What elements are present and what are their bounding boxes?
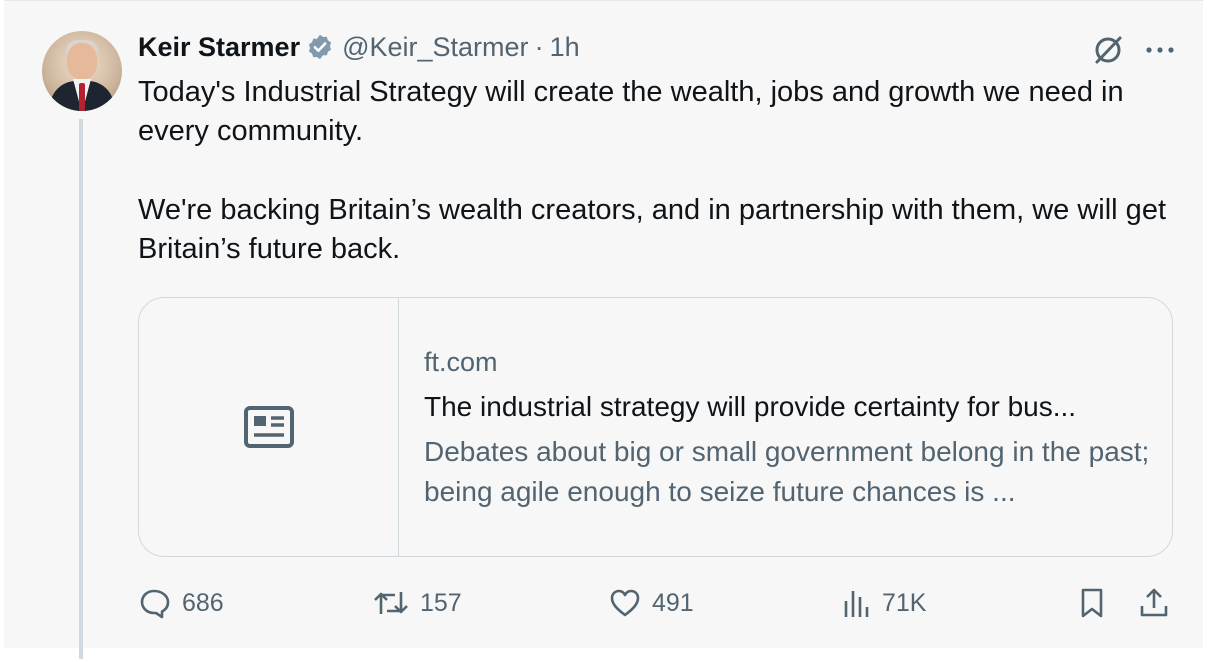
- tweet[interactable]: Keir Starmer @Keir_Starmer · 1h Today's …: [4, 0, 1203, 659]
- like-button[interactable]: 491: [608, 583, 694, 623]
- action-bar: 686 157 491 71K: [138, 583, 1173, 623]
- author-name[interactable]: Keir Starmer: [138, 32, 300, 63]
- share-button[interactable]: [1138, 583, 1170, 623]
- card-domain: ft.com: [424, 347, 498, 377]
- bookmark-button[interactable]: [1078, 583, 1106, 623]
- repost-button[interactable]: 157: [372, 583, 462, 623]
- more-icon[interactable]: [1145, 45, 1175, 55]
- like-icon: [608, 586, 642, 620]
- repost-count: 157: [420, 588, 462, 617]
- repost-icon: [372, 586, 410, 620]
- reply-button[interactable]: 686: [138, 583, 224, 623]
- card-description: Debates about big or small government be…: [424, 436, 1150, 507]
- link-card[interactable]: ft.com The industrial strategy will prov…: [138, 297, 1173, 557]
- share-icon: [1138, 586, 1170, 620]
- tweet-paragraph: We're backing Britain’s wealth creators,…: [138, 194, 1166, 265]
- card-thumbnail[interactable]: [139, 298, 399, 556]
- reply-count: 686: [182, 588, 224, 617]
- grok-icon[interactable]: [1091, 33, 1125, 67]
- tweet-header: Keir Starmer @Keir_Starmer · 1h: [138, 29, 580, 65]
- bookmark-icon: [1078, 586, 1106, 620]
- reply-icon: [138, 586, 172, 620]
- top-actions: [1091, 33, 1175, 67]
- avatar[interactable]: [42, 31, 122, 111]
- views-count: 71K: [882, 588, 927, 617]
- article-icon: [243, 405, 295, 449]
- tweet-text: Today's Industrial Strategy will create …: [138, 73, 1178, 269]
- card-text: ft.com The industrial strategy will prov…: [424, 344, 1154, 512]
- timestamp[interactable]: 1h: [550, 32, 580, 63]
- like-count: 491: [652, 588, 694, 617]
- card-title: The industrial strategy will provide cer…: [424, 391, 1077, 422]
- verified-badge-icon[interactable]: [306, 33, 334, 61]
- views-button[interactable]: 71K: [842, 583, 926, 623]
- separator-dot: ·: [534, 31, 544, 62]
- views-icon: [842, 587, 872, 619]
- thread-line: [79, 119, 83, 659]
- tweet-paragraph: Today's Industrial Strategy will create …: [138, 76, 1124, 147]
- author-handle[interactable]: @Keir_Starmer: [342, 32, 528, 63]
